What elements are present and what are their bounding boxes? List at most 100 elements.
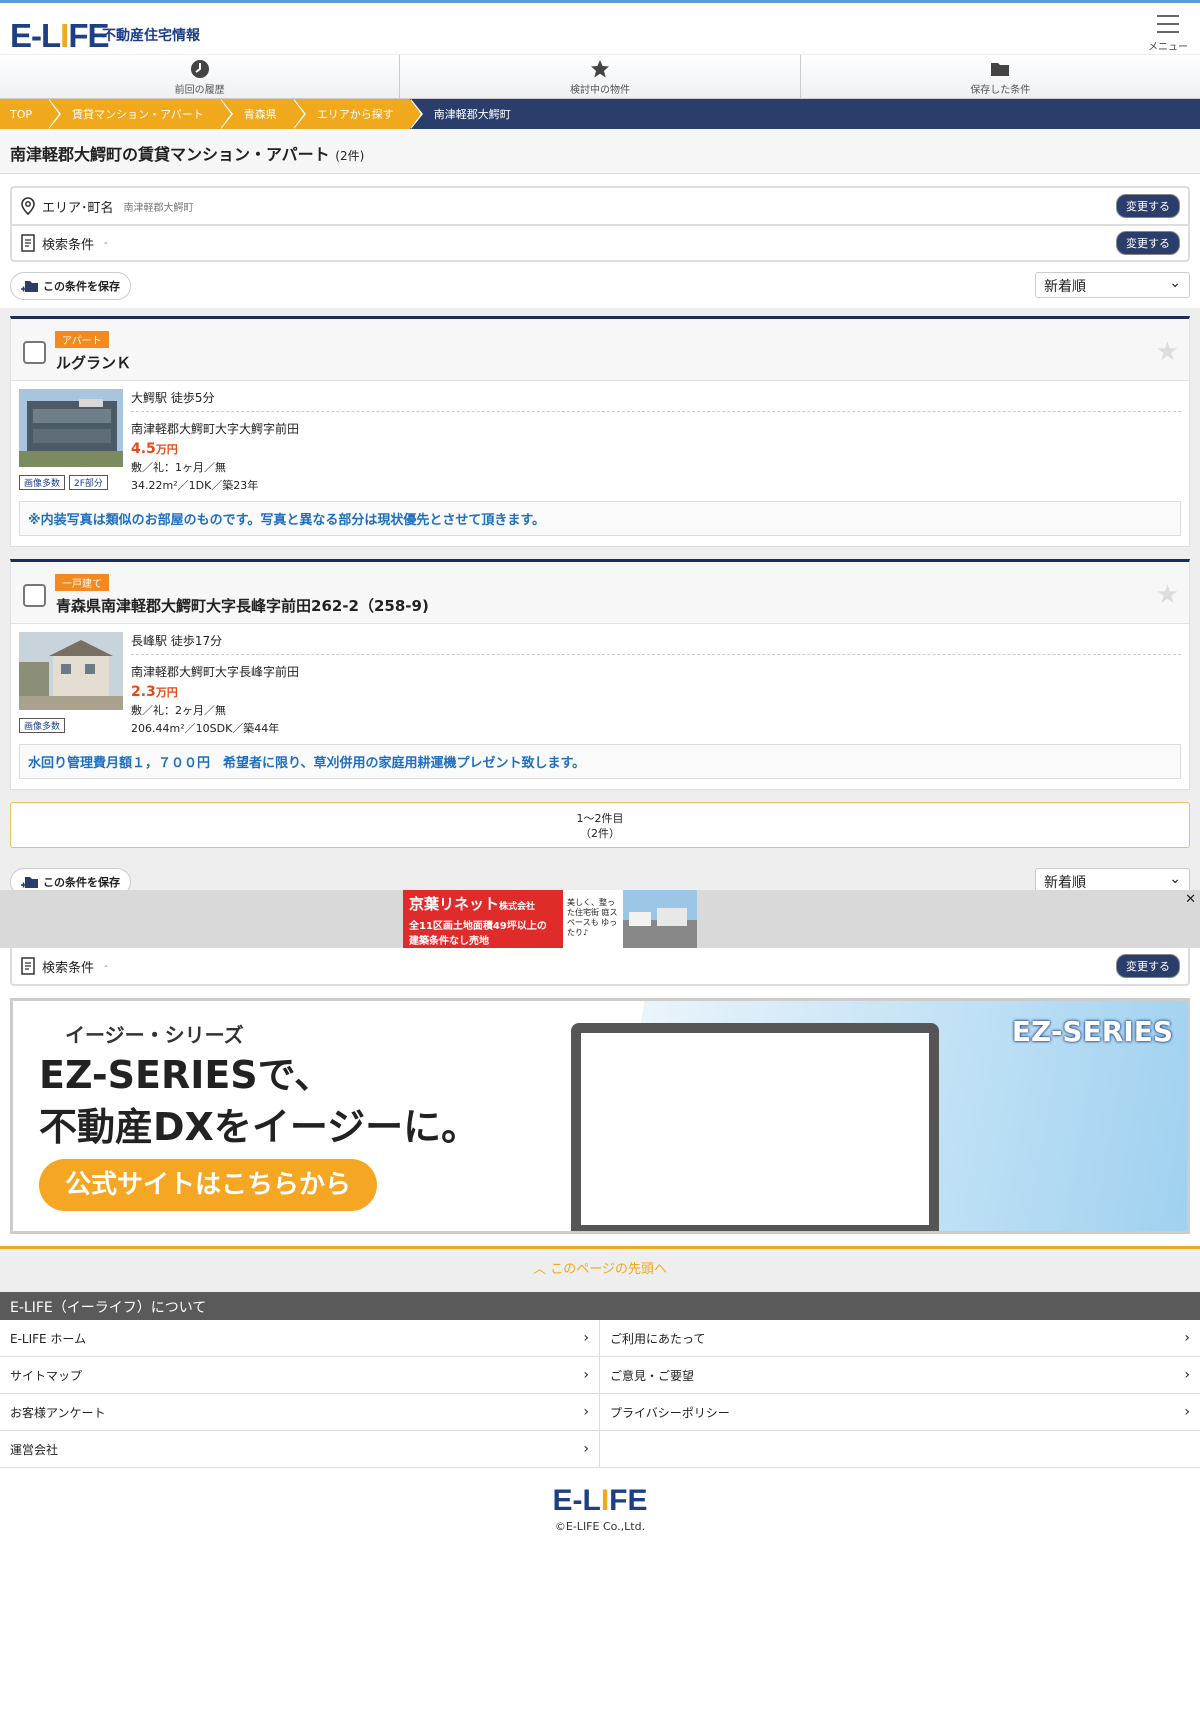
footer-link-label: ご利用にあたって <box>610 1331 706 1346</box>
chevron-down-icon: ⌄ <box>1169 275 1181 291</box>
listing-area: アパート ルグランＫ ★ 画像多数 2F部分 大鰐駅 徒歩5分 南津軽郡大鰐町大… <box>0 308 1200 860</box>
listing-name[interactable]: ルグランＫ <box>56 352 131 373</box>
footer-link[interactable]: プライバシーポリシー › <box>600 1394 1200 1431</box>
ez-series-banner[interactable]: イージー・シリーズ EZ-SERIESで、 不動産DXをイージーに。 公式サイトは… <box>10 998 1190 1234</box>
price-value: 2.3 <box>131 684 156 700</box>
listing-body: 画像多数 2F部分 大鰐駅 徒歩5分 南津軽郡大鰐町大字大鰐字前田 4.5万円 … <box>11 381 1189 546</box>
footer-link[interactable]: ご意見・ご要望 › <box>600 1357 1200 1394</box>
footer-link[interactable]: ご利用にあたって › <box>600 1320 1200 1357</box>
breadcrumb-item[interactable]: TOP <box>0 99 62 129</box>
footer-link[interactable]: E-LIFE ホーム › <box>0 1320 600 1357</box>
search-label: 検索条件 <box>42 237 95 253</box>
map-pin-icon <box>21 197 35 215</box>
breadcrumb-current: 南津軽郡大鰐町 <box>409 99 527 129</box>
tab-history-label: 前回の履歴 <box>174 85 225 96</box>
banner-screenshot <box>571 1023 939 1231</box>
footer-link-label: サイトマップ <box>10 1368 83 1383</box>
banner-subtitle: イージー・シリーズ <box>65 1023 244 1047</box>
result-count: (2件) <box>335 149 365 163</box>
page-title-text: 南津軽郡大鰐町の賃貸マンション・アパート <box>10 145 330 164</box>
area-label: エリア･町名 <box>42 200 114 216</box>
change-conditions-button[interactable]: 変更する <box>1116 231 1180 255</box>
listing-checkbox[interactable] <box>23 584 46 607</box>
property-type-tag: 一戸建て <box>55 574 109 591</box>
tab-history[interactable]: 前回の履歴 <box>0 55 401 98</box>
site-tagline: 不動産住宅情報 <box>102 28 200 44</box>
sort-selected: 新着順 <box>1044 875 1086 890</box>
search-conditions-bottom: 検索条件 - 変更する <box>10 948 1190 986</box>
footer-link[interactable]: お客様アンケート › <box>0 1394 600 1431</box>
listing-access: 長峰駅 徒歩17分 <box>131 632 1181 655</box>
site-logo[interactable]: E-LIFE <box>10 17 110 55</box>
back-to-top-label: このページの先頭へ <box>550 1262 667 1277</box>
footer-link-label: 運営会社 <box>10 1442 59 1457</box>
price-unit: 万円 <box>155 686 178 699</box>
listing-checkbox[interactable] <box>23 341 46 364</box>
tab-favorites[interactable]: 検討中の物件 <box>400 55 801 98</box>
favorite-star-icon[interactable]: ★ <box>1156 580 1179 610</box>
chevron-right-icon: › <box>1184 1330 1190 1346</box>
listing-access: 大鰐駅 徒歩5分 <box>131 389 1181 412</box>
footer-link[interactable]: サイトマップ › <box>0 1357 600 1394</box>
document-icon <box>21 234 35 252</box>
sort-select[interactable]: 新着順 ⌄ <box>1035 272 1190 298</box>
listing-address: 南津軽郡大鰐町大字大鰐字前田 <box>131 422 300 436</box>
star-icon <box>590 60 609 78</box>
ad-company: 京葉リネット <box>409 895 500 913</box>
ad-text-line2: 全11区画土地面積49坪以上の <box>409 921 547 932</box>
listing-photo[interactable] <box>19 389 123 467</box>
chevron-right-icon: › <box>583 1404 589 1420</box>
chevron-right-icon: › <box>583 1330 589 1346</box>
sort-selected: 新着順 <box>1044 279 1086 295</box>
ad-copy: 美しく、整った住宅街 庭スペースも ゆったり♪ <box>563 890 623 948</box>
hamburger-icon <box>1157 15 1179 33</box>
photo-tag: 2F部分 <box>69 475 108 490</box>
footer-link[interactable]: 運営会社 › <box>0 1431 600 1468</box>
listing-deposit: 敷／礼：2ヶ月／無 <box>131 704 226 717</box>
footer-link-label: ご意見・ご要望 <box>610 1368 695 1383</box>
ad-banner[interactable]: 京葉リネット株式会社 全11区画土地面積49坪以上の 建築条件なし売地 美しく、… <box>403 890 697 948</box>
banner-headline-line2: 不動産DXをイージーに。 <box>39 1105 480 1149</box>
change-area-button[interactable]: 変更する <box>1116 194 1180 218</box>
search-label: 検索条件 <box>42 960 95 976</box>
save-condition-button[interactable]: この条件を保存 <box>10 272 131 300</box>
listing-price: 4.5万円 <box>131 441 1181 457</box>
menu-button[interactable]: メニュー <box>1148 15 1188 53</box>
footer-link-label: E-LIFE ホーム <box>10 1331 87 1346</box>
breadcrumb: TOP 賃貸マンション・アパート 青森県 エリアから探す 南津軽郡大鰐町 <box>0 99 1200 129</box>
save-sort-row: この条件を保存 新着順 ⌄ <box>0 262 1200 308</box>
footer-link-label: お客様アンケート <box>10 1405 106 1420</box>
favorite-star-icon[interactable]: ★ <box>1156 337 1179 367</box>
property-type-tag: アパート <box>55 331 109 348</box>
banner-headline: EZ-SERIESで、 不動産DXをイージーに。 <box>39 1049 479 1153</box>
photo-tag: 画像多数 <box>19 475 66 490</box>
photo-tag: 画像多数 <box>19 718 66 733</box>
listing-name[interactable]: 青森県南津軽郡大鰐町大字長峰字前田262-2（258-9) <box>56 595 429 616</box>
pagination-info: 1〜2件目 （2件） <box>10 802 1190 848</box>
chevron-down-icon: ⌄ <box>1169 871 1181 887</box>
folder-icon <box>991 63 1010 76</box>
site-footer: E-LIFE ©E-LIFE Co.,Ltd. <box>0 1468 1200 1533</box>
listing-photo[interactable] <box>19 632 123 710</box>
back-to-top-link[interactable]: ︿ このページの先頭へ <box>0 1246 1200 1292</box>
save-folder-icon <box>21 877 38 888</box>
footer-link-label: プライバシーポリシー <box>610 1405 730 1420</box>
save-condition-button[interactable]: この条件を保存 <box>10 868 131 890</box>
breadcrumb-item[interactable]: 賃貸マンション・アパート <box>48 99 233 129</box>
tab-saved-conditions[interactable]: 保存した条件 <box>801 55 1200 98</box>
page-title: 南津軽郡大鰐町の賃貸マンション・アパート (2件) <box>0 129 1200 174</box>
ad-banner-overlay: 京葉リネット株式会社 全11区画土地面積49坪以上の 建築条件なし売地 美しく、… <box>0 890 1200 948</box>
banner-cta-button[interactable]: 公式サイトはこちらから <box>39 1159 377 1211</box>
save-condition-label: この条件を保存 <box>43 280 120 293</box>
chevron-right-icon: › <box>583 1367 589 1383</box>
listing-deposit: 敷／礼：1ヶ月／無 <box>131 461 226 474</box>
ad-text-line3: 建築条件なし売地 <box>409 936 489 947</box>
close-icon[interactable]: ✕ <box>1185 892 1196 907</box>
chevron-right-icon: › <box>583 1441 589 1457</box>
nav-tabs: 前回の履歴 検討中の物件 保存した条件 <box>0 55 1200 99</box>
listing-note: 水回り管理費月額１，７００円 希望者に限り、草刈併用の家庭用耕運機プレゼント致し… <box>19 744 1181 779</box>
change-conditions-button[interactable]: 変更する <box>1116 954 1180 978</box>
sort-select[interactable]: 新着順 ⌄ <box>1035 868 1190 890</box>
footer-logo[interactable]: E-LIFE <box>0 1484 1200 1518</box>
breadcrumb-item[interactable]: エリアから探す <box>292 99 423 129</box>
